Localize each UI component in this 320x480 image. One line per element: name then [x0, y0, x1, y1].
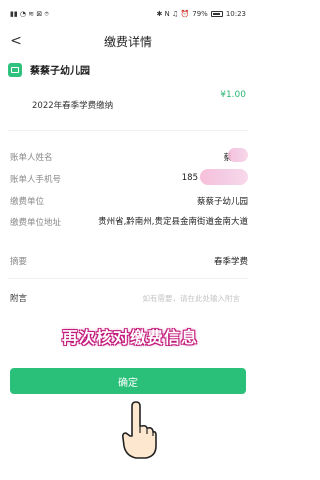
battery-percent: 79% — [192, 10, 208, 18]
detail-value: 185 — [181, 173, 198, 183]
memo-row: 附言 — [10, 292, 248, 304]
back-arrow-icon: < — [10, 33, 22, 49]
detail-value: 春季学费 — [213, 257, 248, 267]
status-left-icons: ▮▮ ◔ ≋ ⊠ ⌾ — [10, 10, 49, 19]
detail-row-payer-name: 账单人姓名 蔡 — [10, 151, 248, 163]
pointing-hand-icon — [122, 401, 157, 459]
status-bar: ▮▮ ◔ ≋ ⊠ ⌾ ✱ N ♫ ⏰ 79% 10:23 — [0, 0, 256, 28]
status-time: 10:23 — [225, 10, 246, 18]
payment-amount: ¥1.00 — [220, 90, 246, 100]
status-notification-icons: ▮▮ ◔ ≋ ⊠ ⌾ — [10, 9, 49, 18]
status-system-icons: ✱ N ♫ ⏰ — [156, 10, 190, 18]
divider — [8, 130, 248, 131]
detail-row-payee-unit: 缴费单位 蔡蔡子幼儿园 — [10, 195, 248, 207]
detail-label: 账单人姓名 — [10, 153, 53, 163]
detail-label: 缴费单位地址 — [10, 218, 62, 228]
confirm-button[interactable]: 确定 — [10, 368, 246, 394]
redaction-blur — [228, 148, 248, 162]
detail-label: 账单人手机号 — [10, 175, 62, 185]
overlay-caption: 再次核对缴费信息 — [61, 328, 198, 347]
detail-row-summary: 摘要 春季学费 — [10, 255, 248, 267]
back-button[interactable]: < — [8, 32, 24, 50]
nav-bar: < 缴费详情 — [0, 28, 256, 54]
detail-label: 缴费单位 — [10, 197, 45, 207]
store-icon — [8, 62, 22, 77]
status-right-icons: ✱ N ♫ ⏰ 79% 10:23 — [156, 10, 246, 18]
detail-label: 摘要 — [10, 257, 28, 267]
detail-value: 贵州省,黔南州,贵定县金南街道金南大道 — [98, 217, 248, 227]
memo-label: 附言 — [10, 294, 28, 304]
merchant-name: 蔡蔡子幼儿园 — [30, 66, 90, 77]
merchant-header: 蔡蔡子幼儿园 — [8, 62, 90, 77]
memo-input[interactable] — [110, 293, 240, 303]
redaction-blur — [200, 169, 248, 185]
divider — [8, 278, 248, 279]
battery-icon — [210, 11, 223, 17]
detail-value: 蔡蔡子幼儿园 — [196, 197, 248, 207]
detail-row-payee-address: 缴费单位地址 贵州省,黔南州,贵定县金南街道金南大道 — [10, 216, 248, 228]
page-title: 缴费详情 — [103, 34, 152, 49]
payment-item: 2022年春季学费缴纳 — [32, 101, 114, 111]
